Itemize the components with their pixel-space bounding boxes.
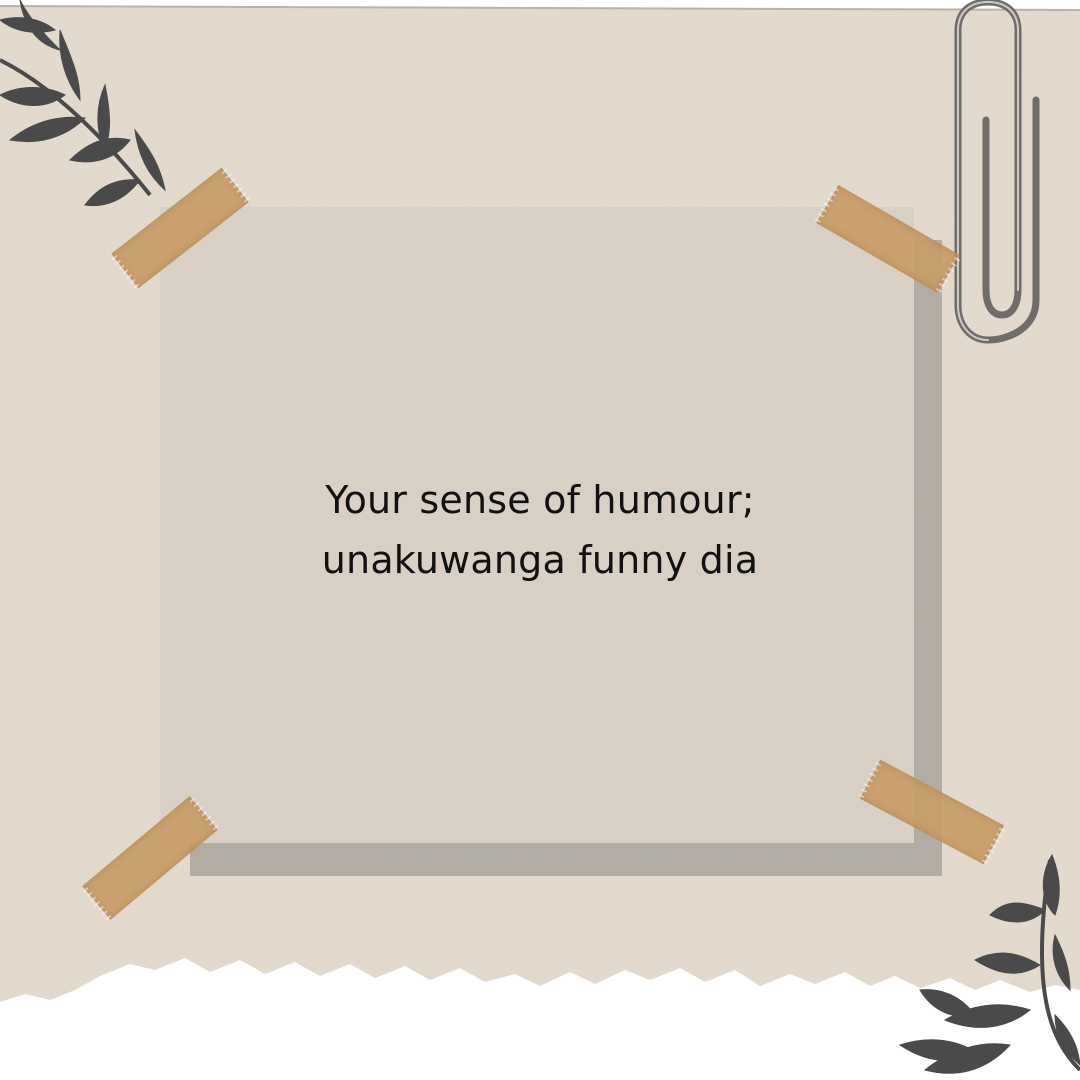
canvas: Your sense of humour; unakuwanga funny d…: [0, 0, 1080, 1080]
note-line-1: Your sense of humour;: [325, 478, 755, 522]
leaf-branch-icon: [0, 0, 166, 207]
note-text: Your sense of humour; unakuwanga funny d…: [0, 470, 1080, 590]
paperclip-icon: [954, 0, 1040, 344]
leaf-branch-icon: [898, 853, 1080, 1074]
note-line-2: unakuwanga funny dia: [321, 538, 759, 582]
